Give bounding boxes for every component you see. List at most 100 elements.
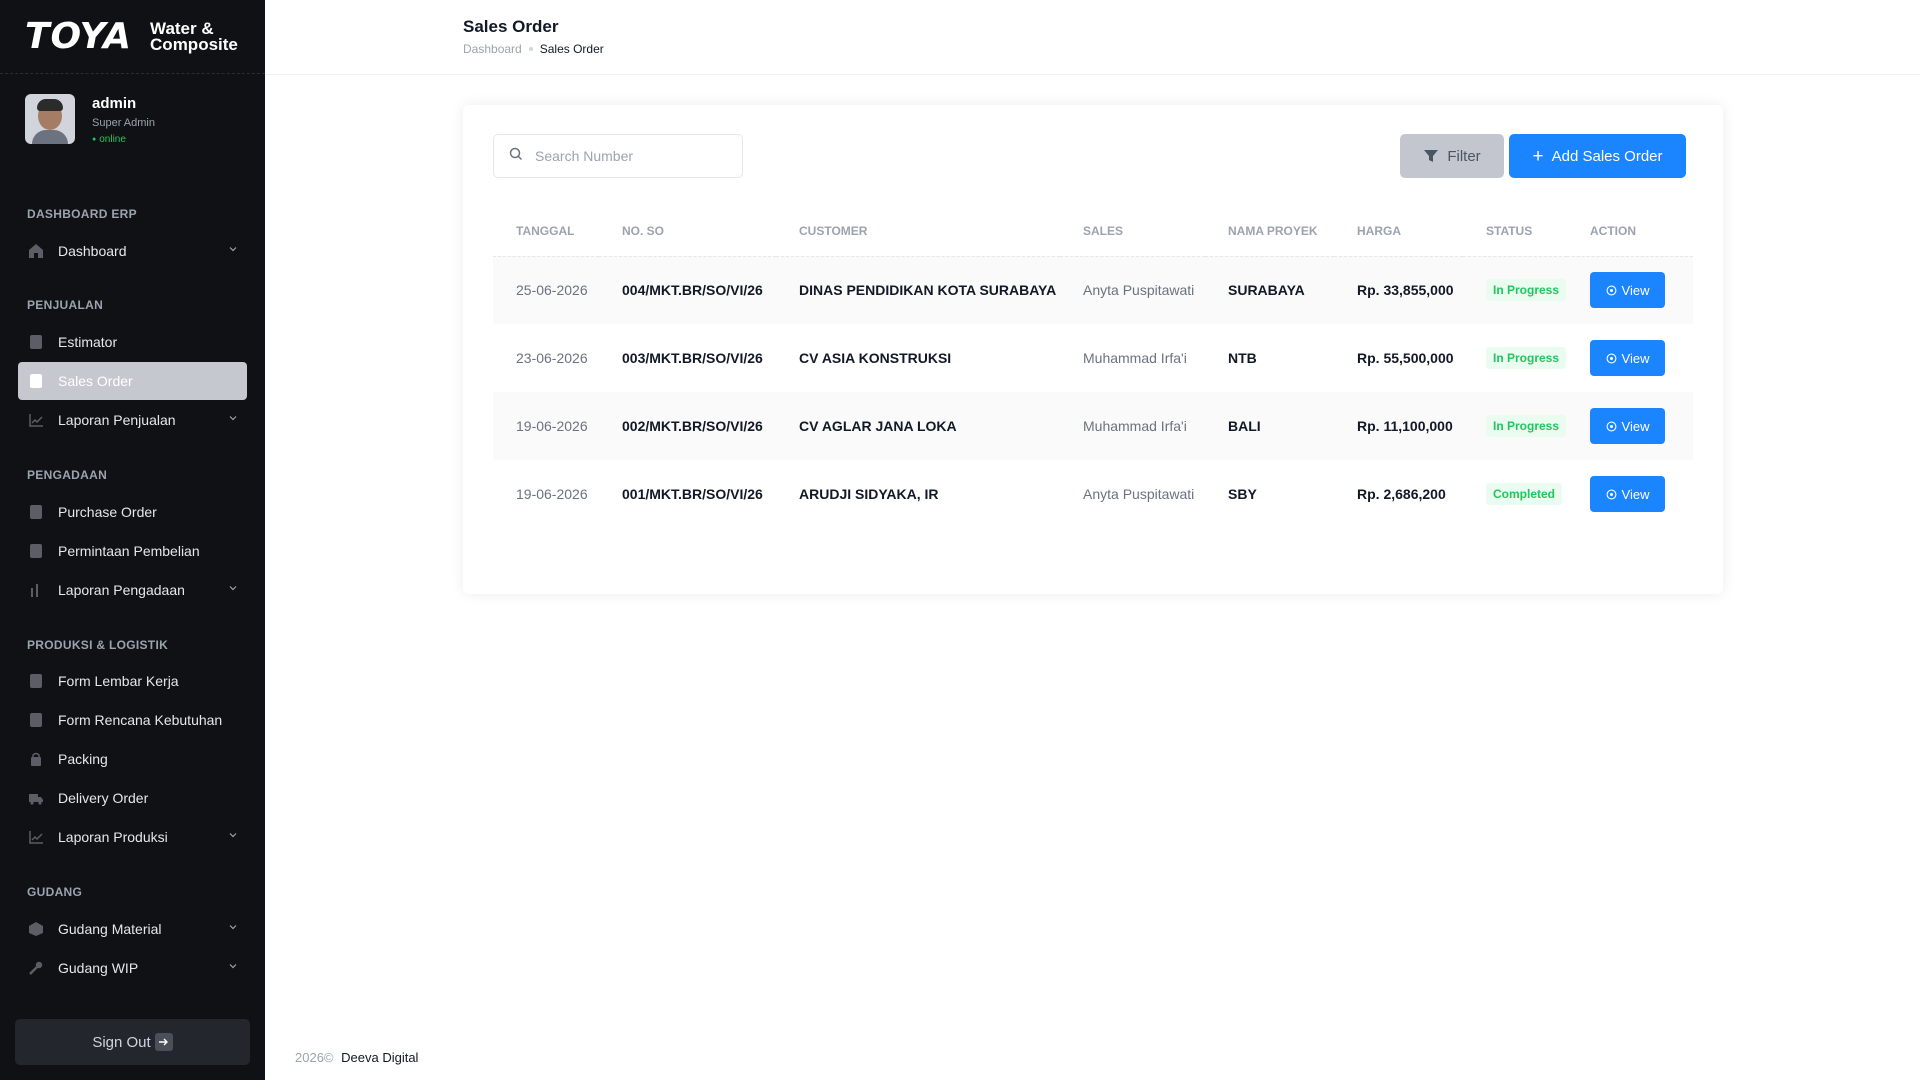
footer-company-link[interactable]: Deeva Digital (341, 1050, 418, 1065)
cell-project: SBY (1228, 486, 1257, 502)
sidebar-item-label: Form Lembar Kerja (58, 673, 179, 689)
sidebar-item-label: Laporan Penjualan (58, 412, 176, 428)
breadcrumb-separator (528, 47, 533, 51)
profile-name: admin (92, 95, 137, 112)
cell-action: View (1567, 324, 1693, 392)
brand-logo: TOYA (25, 16, 133, 57)
status-badge: In Progress (1486, 279, 1567, 302)
avatar (25, 94, 75, 144)
sign-out-button[interactable]: Sign Out (15, 1019, 250, 1065)
exit-icon (154, 1033, 173, 1051)
sidebar-item-permintaan-pembelian[interactable]: Permintaan Pembelian (18, 532, 247, 570)
sidebar-item-laporan-pengadaan[interactable]: Laporan Pengadaan (18, 571, 247, 609)
view-button[interactable]: View (1590, 340, 1665, 376)
column-header-no-so: NO. SO (599, 206, 776, 257)
column-header-harga: HARGA (1334, 206, 1463, 257)
brand-subtitle: Water & Composite (150, 20, 238, 54)
edit-document-icon (28, 673, 44, 689)
search-box[interactable] (493, 134, 743, 178)
table-row: 19-06-2026 001/MKT.BR/SO/VI/26 ARUDJI SI… (493, 460, 1693, 528)
breadcrumb-home[interactable]: Dashboard (463, 42, 522, 56)
filter-button[interactable]: Filter (1400, 134, 1504, 178)
sidebar-item-delivery-order[interactable]: Delivery Order (18, 779, 247, 817)
cell-customer: DINAS PENDIDIKAN KOTA SURABAYA (776, 256, 1060, 324)
truck-icon (28, 790, 44, 806)
chevron-down-icon (229, 925, 237, 930)
cell-project: BALI (1205, 392, 1334, 460)
section-produksi-logistik: PRODUKSI & LOGISTIK (27, 638, 169, 652)
table-row: 19-06-2026 002/MKT.BR/SO/VI/26 CV AGLAR … (493, 392, 1693, 460)
add-sales-order-button[interactable]: + Add Sales Order (1509, 134, 1686, 178)
cell-customer: CV ASIA KONSTRUKSI (799, 350, 952, 366)
sidebar-item-dashboard[interactable]: Dashboard (18, 232, 247, 270)
sidebar-item-form-lembar-kerja[interactable]: Form Lembar Kerja (18, 662, 247, 700)
sidebar-item-label: Form Rencana Kebutuhan (58, 712, 223, 728)
sidebar-item-packing[interactable]: Packing (18, 740, 247, 778)
cell-status: In Progress (1463, 324, 1567, 392)
sidebar-item-laporan-produksi[interactable]: Laporan Produksi (18, 818, 247, 856)
page-header: Sales Order Dashboard Sales Order (265, 0, 1920, 75)
chevron-down-icon (229, 833, 237, 838)
cube-icon (28, 921, 44, 937)
sidebar-item-label: Estimator (58, 334, 118, 350)
document-icon (28, 334, 44, 350)
section-dashboard-erp: DASHBOARD ERP (27, 207, 137, 221)
sidebar-item-label: Laporan Produksi (58, 829, 168, 845)
edit-document-icon (28, 712, 44, 728)
column-header-status: STATUS (1463, 206, 1567, 257)
cell-sales: Muhammad Irfa'i (1060, 392, 1205, 460)
status-badge: In Progress (1486, 415, 1567, 437)
cell-action: View (1567, 256, 1693, 324)
bar-chart-icon (28, 582, 44, 598)
sidebar-item-purchase-order[interactable]: Purchase Order (18, 493, 247, 531)
sales-order-table: TANGGAL NO. SO CUSTOMER SALES NAMA PROYE… (493, 206, 1693, 528)
profile-status: online (92, 134, 155, 145)
wrench-icon (28, 960, 44, 976)
section-gudang: GUDANG (27, 885, 83, 899)
cell-action: View (1567, 392, 1693, 460)
sidebar-item-laporan-penjualan[interactable]: Laporan Penjualan (18, 401, 247, 439)
view-label: View (1621, 350, 1650, 366)
sidebar-item-label: Packing (58, 751, 108, 767)
cell-price: Rp. 11,100,000 (1334, 392, 1463, 460)
brand-subtitle-line2: Composite (150, 34, 238, 54)
cell-number: 001/MKT.BR/SO/VI/26 (622, 486, 763, 502)
breadcrumb: Dashboard Sales Order (463, 42, 604, 56)
table-row: 25-06-2026 004/MKT.BR/SO/VI/26 DINAS PEN… (493, 256, 1693, 324)
eye-icon (1606, 489, 1617, 500)
section-penjualan: PENJUALAN (27, 298, 104, 312)
sidebar-item-sales-order[interactable]: Sales Order (18, 362, 247, 400)
cell-project: SURABAYA (1205, 256, 1334, 324)
cell-price: Rp. 55,500,000 (1357, 350, 1454, 366)
footer: 2026© Deeva Digital (295, 1050, 418, 1065)
sidebar-item-label: Permintaan Pembelian (58, 543, 200, 559)
cell-sales: Muhammad Irfa'i (1083, 350, 1187, 366)
search-input[interactable] (535, 148, 735, 164)
view-button[interactable]: View (1590, 272, 1665, 309)
sidebar-item-label: Purchase Order (58, 504, 157, 520)
document-icon (28, 373, 44, 389)
plus-icon: + (1532, 145, 1544, 167)
filter-label: Filter (1447, 147, 1481, 165)
cell-number: 002/MKT.BR/SO/VI/26 (599, 392, 776, 460)
search-icon (509, 147, 523, 166)
sidebar-item-estimator[interactable]: Estimator (18, 323, 247, 361)
profile-role: Super Admin (92, 117, 155, 129)
sidebar-item-gudang-wip[interactable]: Gudang WIP (18, 949, 247, 987)
cell-sales: Anyta Puspitawati (1083, 486, 1195, 502)
chevron-down-icon (229, 586, 237, 591)
view-button[interactable]: View (1590, 408, 1665, 444)
table-header-row: TANGGAL NO. SO CUSTOMER SALES NAMA PROYE… (493, 206, 1693, 257)
cell-number: 004/MKT.BR/SO/VI/26 (599, 256, 776, 324)
view-button[interactable]: View (1590, 476, 1665, 512)
sidebar-item-form-rencana-kebutuhan[interactable]: Form Rencana Kebutuhan (18, 701, 247, 739)
view-label: View (1621, 282, 1650, 298)
cell-date: 23-06-2026 (516, 350, 588, 366)
package-icon (28, 751, 44, 767)
status-badge: Completed (1486, 483, 1563, 505)
add-sales-order-label: Add Sales Order (1551, 147, 1663, 165)
sidebar-item-gudang-material[interactable]: Gudang Material (18, 910, 247, 948)
column-header-tanggal: TANGGAL (493, 206, 599, 257)
cell-customer: CV AGLAR JANA LOKA (776, 392, 1060, 460)
cell-date: 25-06-2026 (493, 256, 599, 324)
